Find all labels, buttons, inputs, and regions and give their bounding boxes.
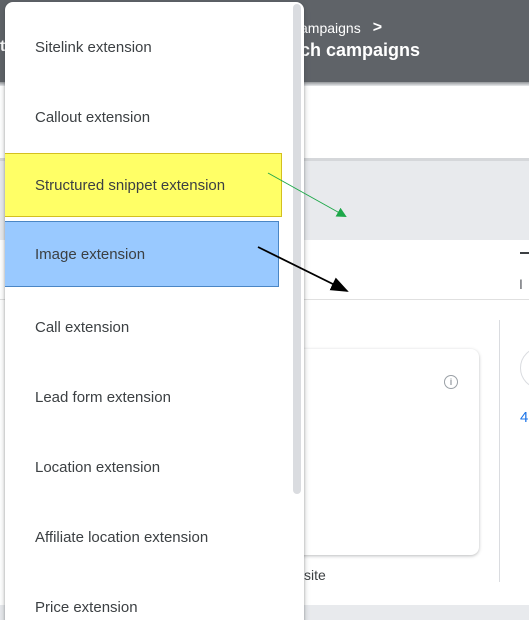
menu-item-location-extension[interactable]: Location extension (5, 432, 292, 502)
menu-item-structured-snippet-extension[interactable]: Structured snippet extension (5, 153, 282, 217)
breadcrumb: ampaigns > (300, 19, 382, 37)
menu-item-call-extension[interactable]: Call extension (5, 292, 292, 362)
menu-item-image-extension[interactable]: Image extension (5, 221, 279, 287)
vertical-divider (499, 320, 500, 582)
menu-item-lead-form-extension[interactable]: Lead form extension (5, 362, 292, 432)
page-title: ch campaigns (300, 40, 421, 60)
dropdown-scrollbar[interactable] (293, 4, 301, 494)
breadcrumb-link-campaigns[interactable]: ampaigns (300, 20, 361, 36)
right-tab-indicator (520, 252, 529, 254)
right-stat-number[interactable]: 4 (520, 409, 528, 426)
right-tab-label[interactable]: I (519, 276, 523, 292)
menu-item-affiliate-location-extension[interactable]: Affiliate location extension (5, 502, 292, 572)
screenshot-stage: t ampaigns > ch campaigns I i site 4 Sit… (0, 0, 529, 620)
menu-item-price-extension[interactable]: Price extension (5, 572, 292, 620)
chevron-right-icon: > (372, 19, 383, 36)
preview-card-caption: site (304, 567, 326, 583)
extension-type-dropdown-menu: Sitelink extension Callout extension Str… (5, 2, 304, 620)
menu-item-sitelink-extension[interactable]: Sitelink extension (5, 12, 292, 82)
menu-item-callout-extension[interactable]: Callout extension (5, 82, 292, 152)
info-icon[interactable]: i (444, 375, 458, 389)
